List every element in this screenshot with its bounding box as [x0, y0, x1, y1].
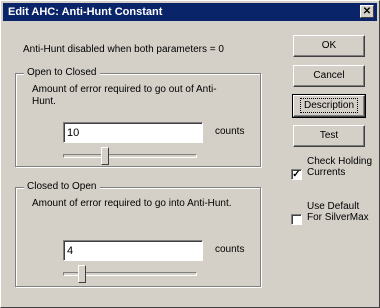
use-default-silvermax-checkbox[interactable] [291, 214, 302, 225]
open-to-closed-slider-thumb[interactable] [100, 147, 109, 165]
closed-to-open-legend: Closed to Open [24, 181, 100, 192]
test-button-label: Test [319, 130, 339, 141]
ok-button[interactable]: OK [293, 35, 365, 57]
cancel-button[interactable]: Cancel [293, 65, 365, 87]
cancel-button-label: Cancel [313, 70, 345, 81]
open-to-closed-input[interactable] [63, 122, 203, 143]
closed-to-open-slider-thumb[interactable] [78, 265, 87, 283]
edit-ahc-dialog: Edit AHC: Anti-Hunt Constant ✕ Anti-Hunt… [0, 0, 380, 308]
open-to-closed-group: Open to Closed Amount of error required … [15, 67, 261, 167]
check-holding-currents-checkbox[interactable]: ✓ [291, 169, 302, 180]
closed-to-open-description: Amount of error required to go into Anti… [32, 198, 232, 209]
closed-to-open-input[interactable] [63, 240, 203, 261]
open-to-closed-legend: Open to Closed [24, 67, 100, 78]
use-default-silvermax-label[interactable]: Use Default For SilverMax [307, 201, 373, 223]
close-button[interactable]: ✕ [360, 5, 374, 18]
description-button-label: Description [299, 98, 359, 113]
test-button[interactable]: Test [293, 125, 365, 147]
description-button[interactable]: Description [292, 94, 366, 118]
closed-to-open-group: Closed to Open Amount of error required … [15, 181, 261, 287]
title-bar[interactable]: Edit AHC: Anti-Hunt Constant ✕ [3, 3, 377, 21]
closed-to-open-units: counts [215, 244, 245, 255]
anti-hunt-note: Anti-Hunt disabled when both parameters … [23, 44, 224, 55]
ok-button-label: OK [321, 40, 337, 51]
open-to-closed-description: Amount of error required to go out of An… [32, 84, 217, 107]
window-title: Edit AHC: Anti-Hunt Constant [8, 6, 163, 18]
checkmark-icon: ✓ [292, 169, 301, 180]
open-to-closed-units: counts [215, 126, 245, 137]
close-icon: ✕ [362, 6, 372, 17]
open-to-closed-slider-track[interactable] [63, 154, 197, 158]
check-holding-currents-label[interactable]: Check Holding Currents [307, 156, 373, 178]
